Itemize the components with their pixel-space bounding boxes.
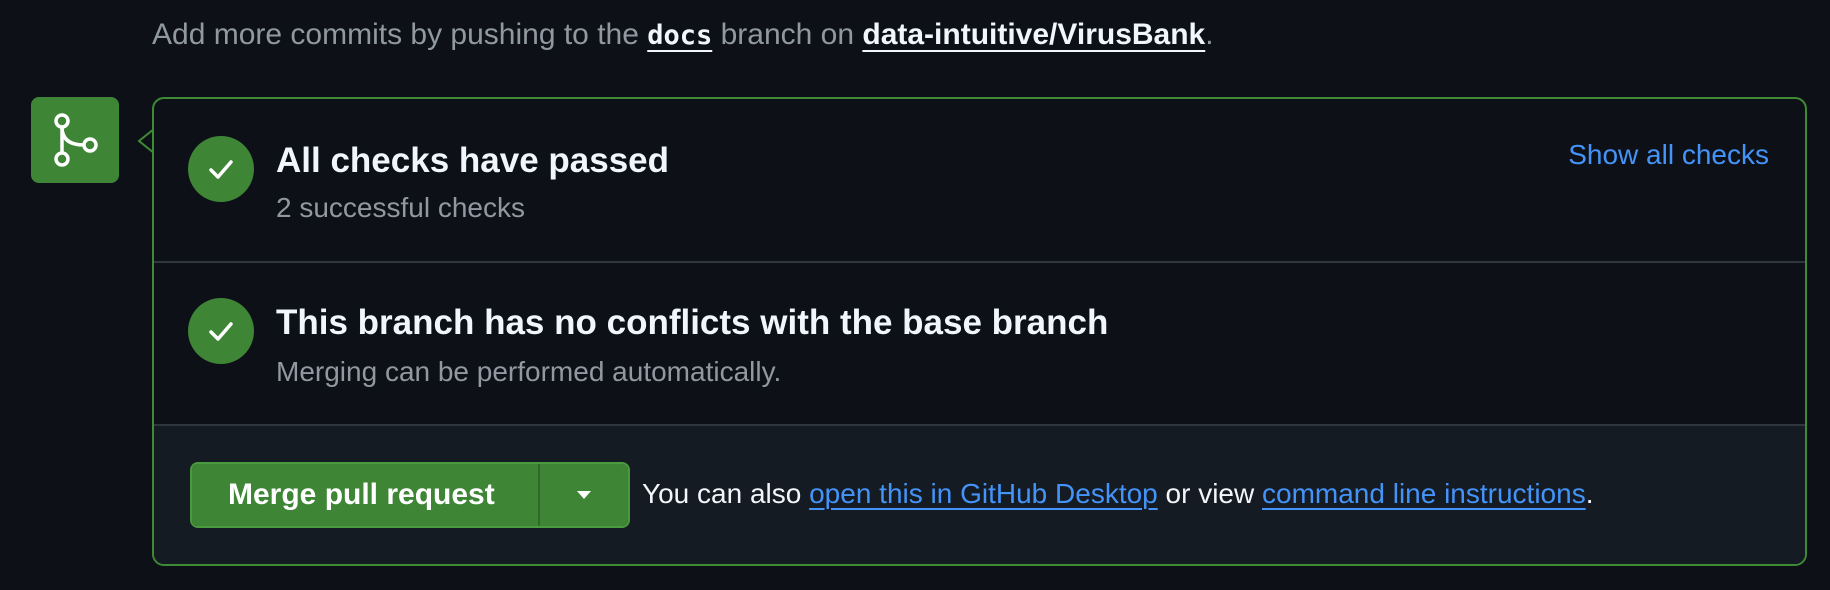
conflicts-section: This branch has no conflicts with the ba… (154, 263, 1805, 426)
repo-link[interactable]: data-intuitive/VirusBank (862, 18, 1205, 51)
check-icon (209, 322, 233, 341)
checks-section: All checks have passed 2 successful chec… (154, 99, 1805, 263)
push-instructions-middle: branch on (712, 18, 863, 51)
command-line-instructions-link[interactable]: command line instructions (1262, 478, 1586, 509)
merge-pull-request-button[interactable]: Merge pull request (192, 464, 538, 526)
show-all-checks-link[interactable]: Show all checks (1568, 139, 1769, 171)
conflicts-title: This branch has no conflicts with the ba… (276, 303, 1109, 342)
conflicts-subtitle: Merging can be performed automatically. (276, 356, 782, 387)
merge-box-panel: All checks have passed 2 successful chec… (152, 97, 1807, 566)
push-instructions-suffix: . (1205, 18, 1214, 51)
triangle-down-icon (577, 491, 591, 499)
push-instructions: Add more commits by pushing to the docs … (152, 18, 1214, 52)
git-merge-icon (54, 113, 98, 167)
merge-alternatives-prefix: You can also (642, 478, 810, 509)
checks-title: All checks have passed (276, 141, 669, 180)
check-icon (209, 160, 233, 179)
checks-status-circle (188, 136, 254, 202)
merge-status-area: Add more commits by pushing to the docs … (0, 0, 1830, 590)
checks-subtitle: 2 successful checks (276, 192, 525, 223)
merge-status-icon-box (31, 97, 119, 183)
merge-button-group: Merge pull request (190, 462, 630, 528)
push-instructions-prefix: Add more commits by pushing to the (152, 18, 648, 51)
merge-alternatives: You can also open this in GitHub Desktop… (642, 478, 1593, 510)
merge-method-dropdown-button[interactable] (538, 464, 628, 526)
merge-alternatives-suffix: . (1585, 478, 1594, 509)
merge-section: Merge pull request You can also open thi… (154, 426, 1805, 564)
open-in-desktop-link[interactable]: open this in GitHub Desktop (809, 478, 1158, 509)
merge-alternatives-middle: or view (1157, 478, 1262, 509)
conflicts-status-circle (188, 298, 254, 364)
branch-name-link[interactable]: docs (647, 20, 712, 51)
